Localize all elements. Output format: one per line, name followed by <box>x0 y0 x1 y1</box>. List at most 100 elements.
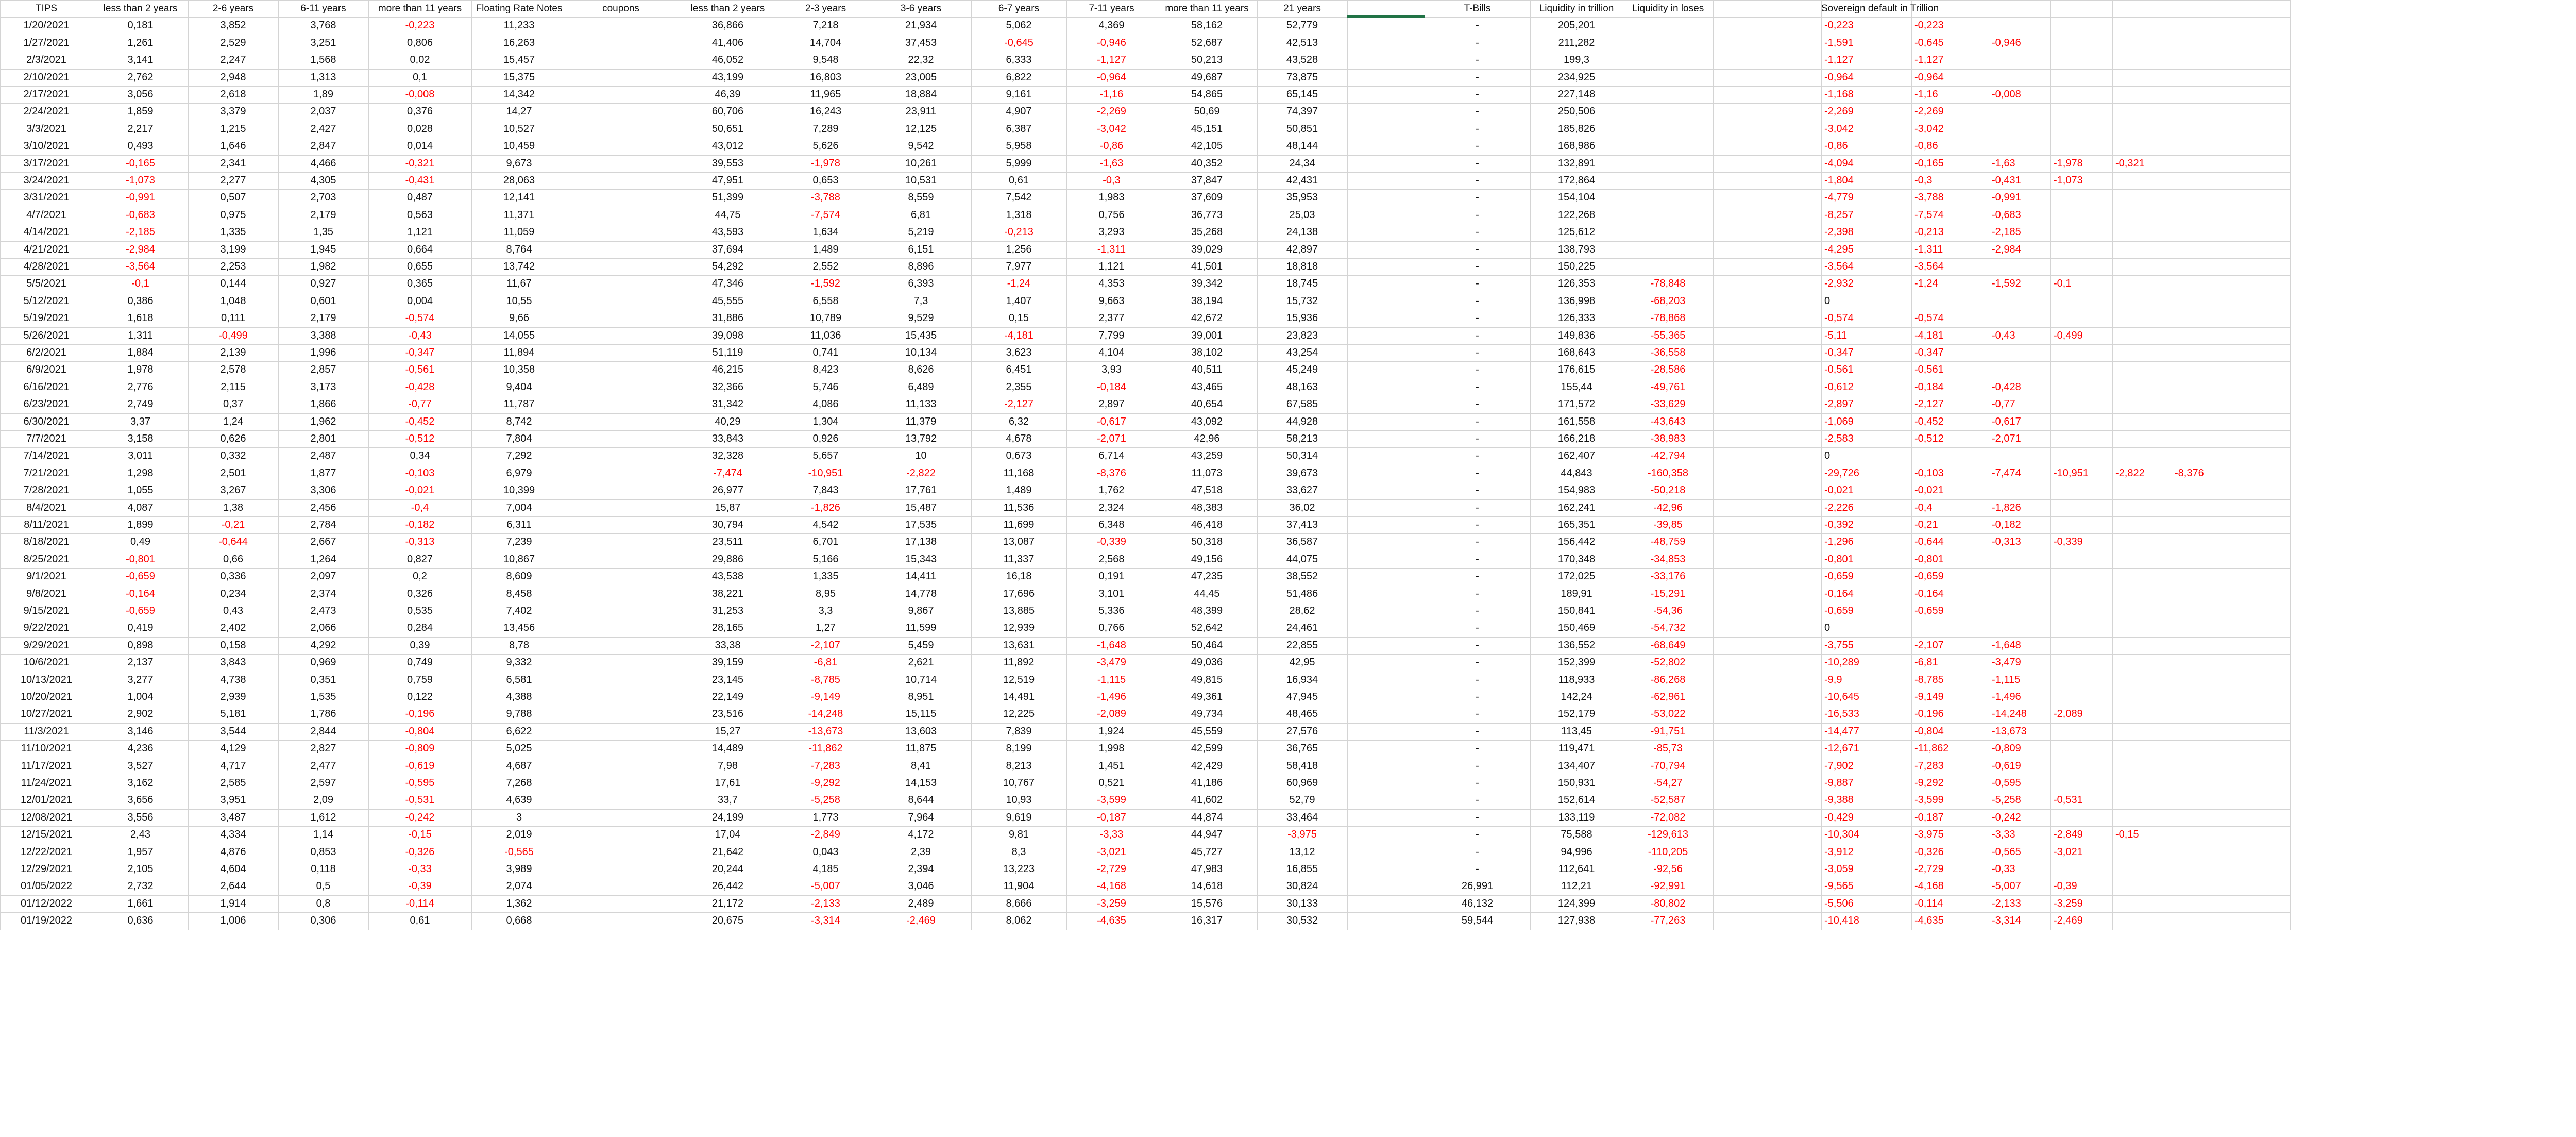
data-cell[interactable]: -0,499 <box>188 327 278 344</box>
data-cell[interactable]: 40,511 <box>1157 361 1257 378</box>
data-cell[interactable]: -0,347 <box>1824 344 1914 361</box>
date-cell[interactable]: 6/23/2021 <box>0 396 93 413</box>
data-cell[interactable]: 4,292 <box>278 637 368 654</box>
data-cell[interactable]: 0,756 <box>1066 207 1157 224</box>
data-cell[interactable]: -11,862 <box>1914 740 1992 757</box>
data-cell[interactable]: 7,218 <box>781 17 871 34</box>
data-cell[interactable]: -2,398 <box>1824 224 1914 241</box>
data-cell[interactable]: 11,233 <box>471 17 567 34</box>
data-cell[interactable]: 6,622 <box>471 723 567 740</box>
date-cell[interactable]: 10/20/2021 <box>0 689 93 706</box>
data-cell[interactable]: -0,213 <box>971 224 1066 241</box>
data-cell[interactable]: 11,371 <box>471 207 567 224</box>
data-cell[interactable]: -78,848 <box>1623 275 1713 292</box>
data-cell[interactable]: 0,487 <box>368 189 471 206</box>
data-cell[interactable]: -0,187 <box>1914 809 1992 826</box>
data-cell[interactable]: 2,749 <box>93 396 188 413</box>
data-cell[interactable]: -3,042 <box>1914 121 1992 138</box>
data-cell[interactable]: 8,062 <box>971 912 1066 929</box>
data-cell[interactable]: 134,407 <box>1530 758 1623 775</box>
data-cell[interactable]: -2,583 <box>1824 430 1914 447</box>
data-cell[interactable]: 126,333 <box>1530 310 1623 327</box>
data-cell[interactable]: 13,087 <box>971 533 1066 550</box>
date-cell[interactable]: 10/27/2021 <box>0 706 93 723</box>
data-cell[interactable]: -0,43 <box>1992 327 2054 344</box>
data-cell[interactable]: 9,404 <box>471 379 567 396</box>
data-cell[interactable]: 24,461 <box>1257 620 1347 637</box>
data-cell[interactable]: 8,95 <box>781 586 871 603</box>
data-cell[interactable]: 1,568 <box>278 52 368 69</box>
data-cell[interactable]: 14,27 <box>471 103 567 120</box>
data-cell[interactable]: 6,32 <box>971 413 1066 430</box>
data-cell[interactable]: 7,542 <box>971 189 1066 206</box>
data-cell[interactable]: -1,592 <box>781 275 871 292</box>
data-cell[interactable]: -4,094 <box>1824 155 1914 172</box>
data-cell[interactable]: 14,491 <box>971 689 1066 706</box>
data-cell[interactable]: 205,201 <box>1530 17 1623 34</box>
data-cell[interactable]: - <box>1425 69 1530 86</box>
data-cell[interactable]: 40,29 <box>675 413 781 430</box>
data-cell[interactable]: -0,347 <box>1914 344 1992 361</box>
data-cell[interactable]: -0,86 <box>1824 138 1914 155</box>
data-cell[interactable]: -0,499 <box>2054 327 2115 344</box>
column-header[interactable]: 6-11 years <box>278 0 368 17</box>
data-cell[interactable]: -2,269 <box>1066 103 1157 120</box>
data-cell[interactable]: 15,487 <box>871 499 971 516</box>
data-cell[interactable]: - <box>1425 447 1530 464</box>
data-cell[interactable]: -68,649 <box>1623 637 1713 654</box>
data-cell[interactable]: 0,191 <box>1066 568 1157 585</box>
data-cell[interactable]: -0,574 <box>1824 310 1914 327</box>
column-header[interactable]: 3-6 years <box>871 0 971 17</box>
data-cell[interactable]: 127,938 <box>1530 912 1623 929</box>
data-cell[interactable]: 1,451 <box>1066 758 1157 775</box>
data-cell[interactable]: 46,052 <box>675 52 781 69</box>
data-cell[interactable]: 23,516 <box>675 706 781 723</box>
data-cell[interactable]: -4,168 <box>1914 878 1992 895</box>
data-cell[interactable]: -160,358 <box>1623 465 1713 482</box>
data-cell[interactable]: 52,79 <box>1257 792 1347 809</box>
data-cell[interactable]: 10,399 <box>471 482 567 499</box>
data-cell[interactable]: -0,619 <box>1992 758 2054 775</box>
data-cell[interactable]: - <box>1425 499 1530 516</box>
data-cell[interactable]: -0,39 <box>368 878 471 895</box>
data-cell[interactable]: -16,533 <box>1824 706 1914 723</box>
data-cell[interactable]: -1,127 <box>1824 52 1914 69</box>
data-cell[interactable]: -1,073 <box>93 172 188 189</box>
data-cell[interactable]: 1,048 <box>188 293 278 310</box>
data-cell[interactable]: 0,2 <box>368 568 471 585</box>
data-cell[interactable]: 2,487 <box>278 447 368 464</box>
data-cell[interactable]: 1,489 <box>781 241 871 258</box>
data-cell[interactable]: -0,659 <box>1824 603 1914 620</box>
data-cell[interactable]: 1,261 <box>93 35 188 52</box>
data-cell[interactable]: 2,394 <box>871 861 971 878</box>
data-cell[interactable]: 42,431 <box>1257 172 1347 189</box>
data-cell[interactable]: -7,574 <box>781 207 871 224</box>
data-cell[interactable]: -1,073 <box>2054 172 2115 189</box>
data-cell[interactable]: 4,236 <box>93 740 188 757</box>
data-cell[interactable]: -3,33 <box>1066 826 1157 843</box>
data-cell[interactable]: - <box>1425 826 1530 843</box>
data-cell[interactable]: 47,945 <box>1257 689 1347 706</box>
data-cell[interactable]: -39,85 <box>1623 516 1713 533</box>
data-cell[interactable]: 5,181 <box>188 706 278 723</box>
data-cell[interactable]: -33,176 <box>1623 568 1713 585</box>
data-cell[interactable]: -12,671 <box>1824 740 1914 757</box>
data-cell[interactable]: 2,037 <box>278 103 368 120</box>
data-cell[interactable]: -0,184 <box>1914 379 1992 396</box>
data-cell[interactable]: -1,311 <box>1914 241 1992 258</box>
data-cell[interactable]: -28,586 <box>1623 361 1713 378</box>
data-cell[interactable]: 4,604 <box>188 861 278 878</box>
data-cell[interactable]: -3,259 <box>2054 895 2115 912</box>
data-cell[interactable]: 9,619 <box>971 809 1066 826</box>
data-cell[interactable]: - <box>1425 241 1530 258</box>
data-cell[interactable]: 16,18 <box>971 568 1066 585</box>
data-cell[interactable]: 3,768 <box>278 17 368 34</box>
data-cell[interactable]: 2,578 <box>188 361 278 378</box>
data-cell[interactable]: - <box>1425 172 1530 189</box>
data-cell[interactable]: 0,926 <box>781 430 871 447</box>
data-cell[interactable]: 49,815 <box>1157 672 1257 689</box>
data-cell[interactable]: 1,962 <box>278 413 368 430</box>
data-cell[interactable]: 0,766 <box>1066 620 1157 637</box>
data-cell[interactable]: 42,429 <box>1157 758 1257 775</box>
data-cell[interactable]: 7,839 <box>971 723 1066 740</box>
